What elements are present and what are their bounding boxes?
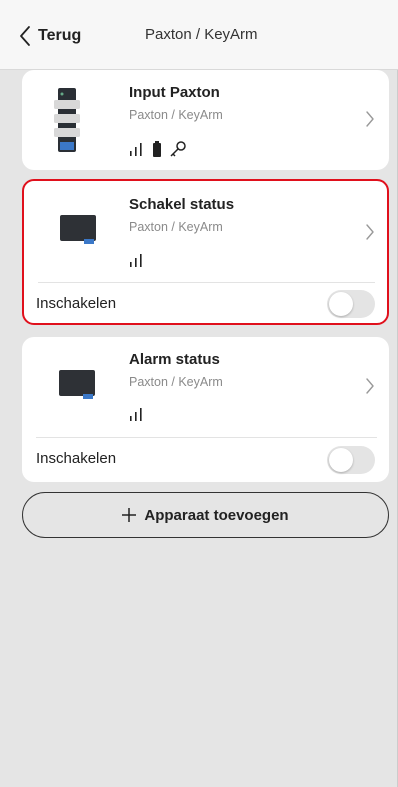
back-label: Terug	[38, 27, 82, 44]
toggle-knob	[329, 448, 353, 472]
battery-icon	[153, 141, 161, 157]
device-row[interactable]: Schakel status Paxton / KeyArm	[24, 181, 387, 282]
device-card-input-paxton: Input Paxton Paxton / KeyArm	[22, 70, 389, 170]
device-subtitle: Paxton / KeyArm	[129, 220, 223, 234]
top-bar: Terug Paxton / KeyArm	[0, 0, 398, 70]
add-device-label: Apparaat toevoegen	[144, 506, 289, 524]
device-card-alarm-status: Alarm status Paxton / KeyArm Inschakelen	[22, 337, 389, 482]
chevron-right-icon	[366, 111, 374, 127]
relay-module-icon	[60, 215, 96, 244]
switch-row: Inschakelen	[24, 283, 387, 326]
switch-label: Inschakelen	[36, 450, 117, 467]
device-card-schakel-status: Schakel status Paxton / KeyArm Inschakel…	[22, 179, 389, 325]
back-button[interactable]: Terug	[18, 24, 81, 48]
input-module-icon	[54, 88, 80, 152]
switch-label: Inschakelen	[36, 295, 117, 312]
enable-toggle[interactable]	[327, 446, 375, 474]
signal-icon	[130, 408, 142, 421]
add-device-button[interactable]: Apparaat toevoegen	[22, 492, 389, 538]
relay-module-icon	[59, 370, 95, 399]
device-name: Alarm status	[129, 351, 220, 368]
signal-icon	[130, 254, 142, 267]
device-subtitle: Paxton / KeyArm	[129, 375, 223, 389]
device-subtitle: Paxton / KeyArm	[129, 108, 223, 122]
switch-row: Inschakelen	[22, 438, 389, 481]
chevron-left-icon	[20, 26, 30, 46]
device-row[interactable]: Input Paxton Paxton / KeyArm	[22, 70, 389, 170]
enable-toggle[interactable]	[327, 290, 375, 318]
page-title: Paxton / KeyArm	[145, 26, 258, 43]
signal-icon	[130, 143, 142, 156]
key-icon	[170, 141, 186, 157]
chevron-right-icon	[366, 224, 374, 240]
chevron-right-icon	[366, 378, 374, 394]
device-name: Schakel status	[129, 196, 235, 213]
device-row[interactable]: Alarm status Paxton / KeyArm	[22, 337, 389, 437]
toggle-knob	[329, 292, 353, 316]
plus-icon	[122, 508, 137, 522]
device-name: Input Paxton	[129, 84, 220, 101]
